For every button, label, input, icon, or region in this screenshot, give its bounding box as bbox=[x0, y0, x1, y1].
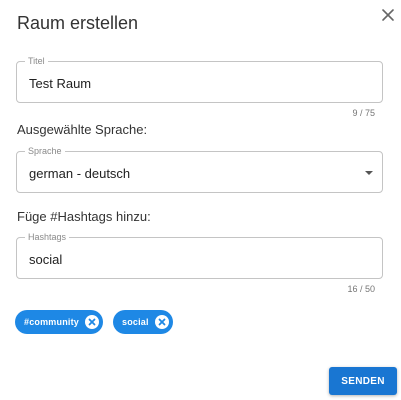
hashtags-section-label: Füge #Hashtags hinzu: bbox=[17, 209, 151, 224]
language-selected-value[interactable]: german - deutsch bbox=[29, 166, 130, 181]
language-section-label: Ausgewählte Sprache: bbox=[17, 122, 148, 137]
hashtags-field-label: Hashtags bbox=[25, 232, 70, 243]
hashtag-chip[interactable]: social bbox=[113, 310, 173, 334]
hashtag-chip-label: #community bbox=[24, 317, 80, 327]
remove-chip-icon[interactable] bbox=[85, 315, 100, 329]
caret-down-icon[interactable] bbox=[365, 171, 373, 175]
hashtag-chip[interactable]: #community bbox=[15, 310, 104, 334]
hashtags-field-value[interactable]: social bbox=[29, 252, 62, 267]
title-char-counter: 9 / 75 bbox=[352, 108, 375, 118]
hashtag-chip-label: social bbox=[122, 317, 149, 327]
remove-chip-icon[interactable] bbox=[154, 315, 169, 329]
close-icon[interactable] bbox=[377, 4, 399, 26]
language-field-label: Sprache bbox=[25, 146, 65, 157]
title-field[interactable]: Titel Test Raum bbox=[16, 56, 383, 103]
language-select[interactable]: Sprache german - deutsch bbox=[16, 146, 383, 193]
hashtags-field[interactable]: Hashtags social bbox=[16, 232, 383, 279]
dialog-title: Raum erstellen bbox=[17, 13, 139, 33]
title-field-value[interactable]: Test Raum bbox=[29, 76, 91, 91]
title-field-label: Titel bbox=[25, 56, 48, 67]
create-room-dialog: Raum erstellen Titel Test Raum 9 / 75 Au… bbox=[0, 0, 401, 400]
hashtags-char-counter: 16 / 50 bbox=[347, 284, 375, 294]
send-button[interactable]: SENDEN bbox=[329, 367, 397, 395]
